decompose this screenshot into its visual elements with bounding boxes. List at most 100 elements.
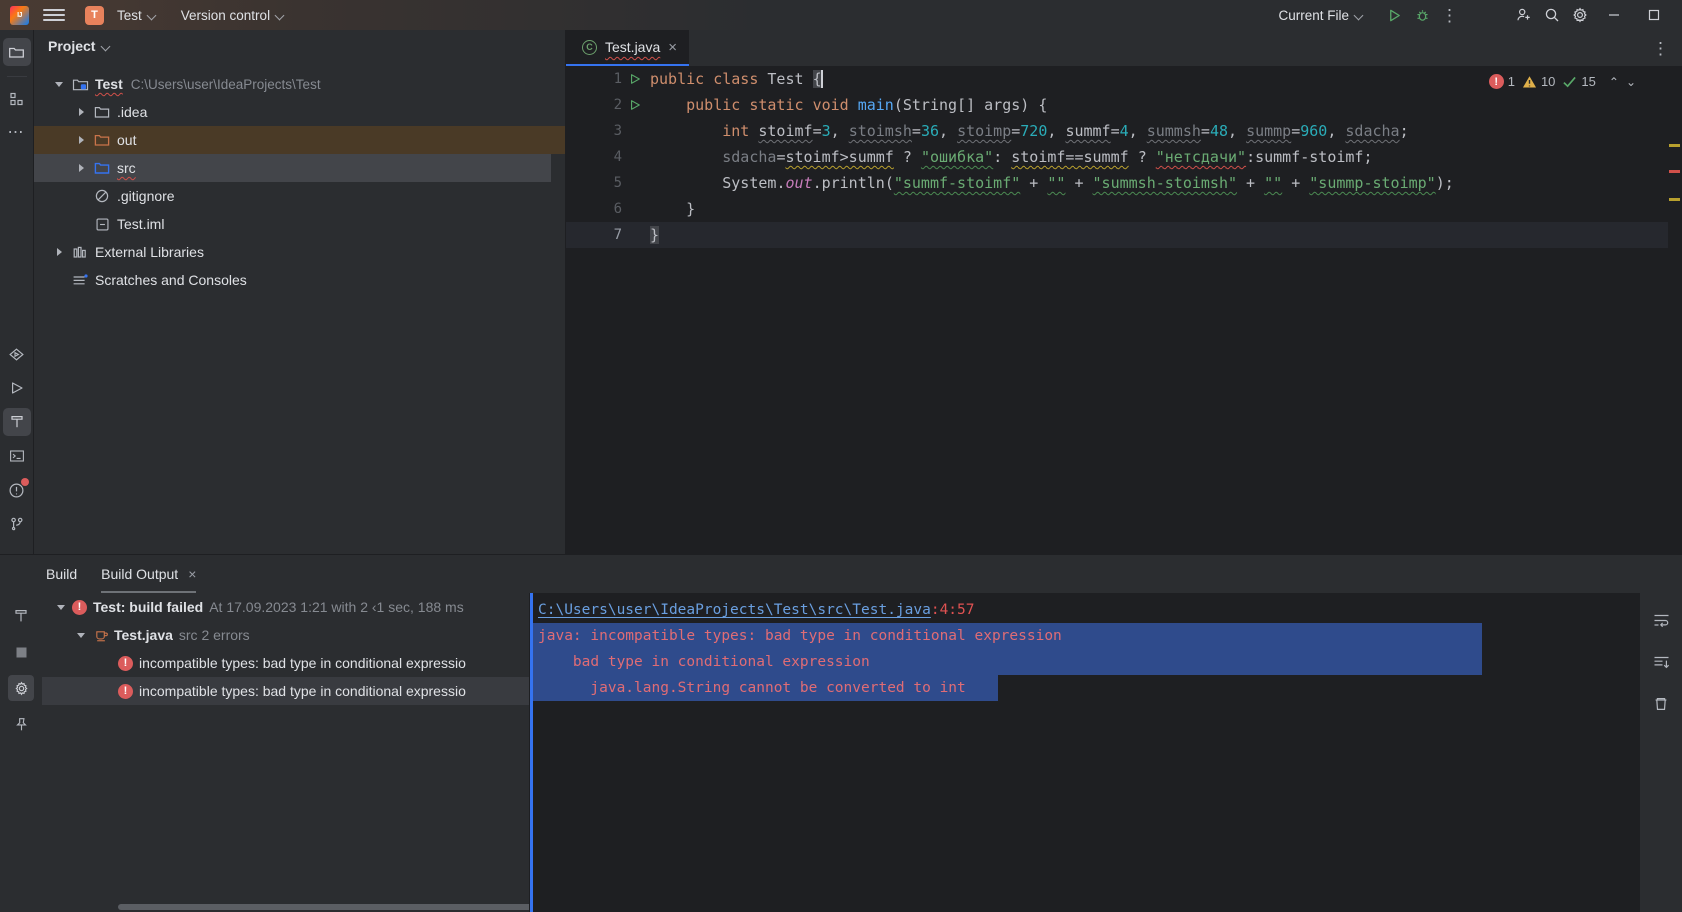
run-configuration-selector[interactable]: Current File (1272, 5, 1370, 26)
tool-window-problems-button[interactable] (3, 476, 31, 504)
token-variable: sdacha (1345, 122, 1400, 140)
twisty-right-icon[interactable] (70, 108, 92, 116)
build-tree-hscrollbar[interactable] (42, 902, 529, 912)
token-operator: = (776, 148, 786, 166)
code-editor[interactable]: 1 2 3 4 5 6 7 public class Test {public… (566, 66, 1682, 554)
tree-node-gitignore[interactable]: .gitignore (34, 182, 565, 210)
token-condition: stoimf>summf (785, 148, 894, 166)
tree-node-external-libraries[interactable]: External Libraries (34, 238, 565, 266)
build-tree-error-1[interactable]: ! incompatible types: bad type in condit… (42, 649, 529, 677)
run-button[interactable] (1380, 3, 1408, 27)
editor-tabs-actions: ⋮ (1652, 30, 1682, 66)
twisty-right-icon[interactable] (70, 136, 92, 144)
folder-icon (92, 105, 112, 119)
marker-warning[interactable] (1669, 144, 1680, 147)
gitignore-icon (92, 188, 112, 204)
build-error-message: incompatible types: bad type in conditio… (139, 683, 466, 699)
project-selector[interactable]: T Test (79, 3, 163, 28)
run-class-gutter-icon[interactable] (622, 73, 648, 85)
project-tree: Test C:\Users\user\IdeaProjects\Test .id… (34, 62, 565, 554)
build-hammer-button[interactable] (8, 603, 34, 629)
token-dot: . (776, 174, 786, 192)
console-error-text: java: incompatible types: bad type in co… (538, 628, 1062, 644)
soft-wrap-button[interactable] (1648, 607, 1674, 633)
intellij-logo-icon: IJ (10, 5, 29, 25)
tree-node-test-root[interactable]: Test C:\Users\user\IdeaProjects\Test (34, 70, 565, 98)
twisty-right-icon[interactable] (48, 248, 70, 256)
tree-label: Test (95, 76, 123, 92)
twisty-down-icon[interactable] (70, 632, 92, 638)
tab-label: Build Output (101, 566, 179, 582)
tool-window-services-button[interactable] (3, 340, 31, 368)
check-icon (1563, 76, 1577, 87)
tree-node-scratches[interactable]: Scratches and Consoles (34, 266, 565, 294)
version-control-branch-button[interactable] (3, 510, 31, 538)
tree-path: C:\Users\user\IdeaProjects\Test (130, 76, 321, 92)
editor-options-kebab-icon[interactable]: ⋮ (1652, 40, 1670, 57)
tree-node-test-iml[interactable]: Test.iml (34, 210, 565, 238)
warning-count-indicator[interactable]: 10 (1522, 74, 1555, 89)
line-number: 6 (613, 201, 622, 217)
twisty-down-icon[interactable] (50, 604, 72, 610)
tab-build-output[interactable]: Build Output × (101, 555, 197, 593)
close-tab-icon[interactable]: × (188, 566, 196, 582)
version-control-label: Version control (180, 7, 271, 23)
build-console[interactable]: C:\Users\user\IdeaProjects\Test\src\Test… (530, 593, 1682, 912)
previous-problem-button[interactable]: ⌃ (1609, 75, 1619, 89)
settings-gear-button[interactable] (1566, 3, 1594, 27)
pin-button[interactable] (8, 711, 34, 737)
twisty-down-icon[interactable] (48, 81, 70, 87)
line-number: 5 (613, 175, 622, 191)
console-error-line-2: bad type in conditional expression (530, 649, 1482, 675)
tool-window-structure-button[interactable] (3, 85, 31, 113)
scrollbar-thumb[interactable] (118, 904, 529, 910)
scratches-icon (70, 273, 90, 288)
debug-button[interactable] (1408, 3, 1436, 27)
code-text-area[interactable]: public class Test { public static void m… (648, 66, 1682, 554)
add-collaborator-button[interactable] (1510, 3, 1538, 27)
twisty-right-icon[interactable] (70, 164, 92, 172)
main-menu-button[interactable] (43, 5, 65, 25)
next-problem-button[interactable]: ⌄ (1626, 75, 1636, 89)
build-error-message: incompatible types: bad type in conditio… (139, 655, 466, 671)
error-marker-strip[interactable] (1668, 66, 1682, 554)
marker-warning[interactable] (1669, 198, 1680, 201)
editor-tab-test-java[interactable]: C Test.java × (566, 30, 690, 66)
project-avatar: T (85, 5, 104, 25)
console-selection-bar (530, 593, 533, 912)
build-tree-file[interactable]: Test.java src 2 errors (42, 621, 529, 649)
gutter-line: 1 (566, 66, 648, 92)
console-file-link[interactable]: C:\Users\user\IdeaProjects\Test\src\Test… (538, 602, 931, 618)
build-tree-error-2[interactable]: ! incompatible types: bad type in condit… (42, 677, 529, 705)
stop-button[interactable] (8, 639, 34, 665)
clear-console-button[interactable] (1648, 691, 1674, 717)
tree-node-idea[interactable]: .idea (34, 98, 565, 126)
tool-window-terminal-button[interactable] (3, 442, 31, 470)
tree-node-src[interactable]: src (34, 154, 551, 182)
tool-window-run-button[interactable] (3, 374, 31, 402)
minimize-window-button[interactable] (1594, 0, 1634, 30)
project-panel-header[interactable]: Project (34, 30, 565, 62)
tab-build[interactable]: Build (46, 555, 77, 593)
tree-node-out[interactable]: out (34, 126, 565, 154)
gutter-line: 6 (566, 196, 648, 222)
ok-count-indicator[interactable]: 15 (1562, 74, 1596, 89)
build-tree-root[interactable]: ! Test: build failed At 17.09.2023 1:21 … (42, 593, 529, 621)
run-method-gutter-icon[interactable] (622, 99, 648, 111)
marker-error[interactable] (1669, 170, 1680, 173)
tool-window-project-button[interactable] (2, 38, 31, 66)
more-actions-button[interactable]: ⋮ (1436, 3, 1464, 27)
close-tab-icon[interactable]: × (668, 40, 677, 55)
tab-label: Build (46, 566, 78, 582)
version-control-menu[interactable]: Version control (175, 5, 291, 26)
scroll-to-end-button[interactable] (1648, 649, 1674, 675)
more-tool-windows-button[interactable]: ⋯ (3, 119, 31, 147)
token-number: 4 (1119, 122, 1129, 140)
tool-window-build-button[interactable] (2, 408, 31, 436)
error-count-indicator[interactable]: ! 1 (1488, 74, 1515, 89)
maximize-window-button[interactable] (1634, 0, 1674, 30)
build-settings-button[interactable] (8, 675, 34, 701)
kebab-icon: ⋮ (1441, 5, 1459, 25)
token-number: 3 (821, 122, 831, 140)
search-everywhere-button[interactable] (1538, 3, 1566, 27)
